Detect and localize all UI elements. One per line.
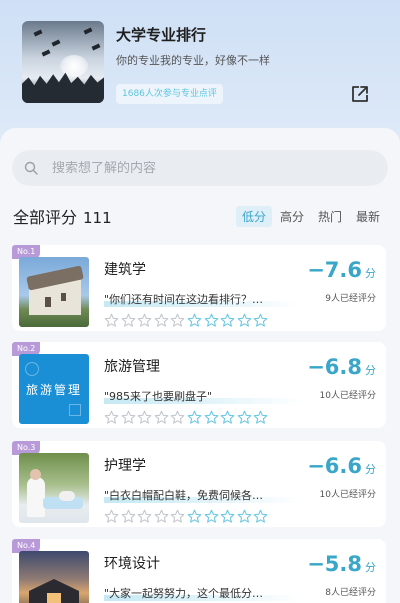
top-comment: "大家一起努努力，这个最低分…: [104, 585, 300, 601]
search-bar[interactable]: [12, 150, 388, 186]
star-icon: [121, 509, 135, 523]
star-icon: [154, 509, 169, 523]
score-value: −6.6 分: [307, 454, 376, 478]
star-icon: [187, 410, 202, 424]
score-value: −5.8 分: [307, 552, 376, 576]
environmental-design-thumbnail: [19, 551, 89, 603]
header: 大学专业排行 你的专业我的专业，好像不一样 1686人次参与专业点评: [0, 0, 400, 135]
graduation-cover-image: [22, 21, 104, 103]
participation-count: 1686人次参与专业点评: [116, 84, 223, 104]
top-comment: "985来了也要刷盘子": [104, 388, 300, 404]
ranking-card[interactable]: No.2 旅游管理 旅游管理 "985来了也要刷盘子" −6.8 分 10人已经评…: [12, 342, 386, 428]
rater-count: 8人已经评分: [325, 588, 376, 598]
star-icon: [137, 313, 152, 327]
major-name: 旅游管理: [104, 359, 160, 375]
star-icon: [171, 410, 185, 424]
star-icon: [121, 410, 135, 424]
list-header: 全部评分 111: [13, 204, 112, 228]
nursing-thumbnail: [19, 453, 89, 523]
sort-tab-new[interactable]: 最新: [350, 206, 386, 227]
star-icon: [220, 509, 235, 523]
star-icon: [104, 313, 119, 327]
rating-stars: [104, 509, 270, 524]
search-input[interactable]: [52, 160, 352, 176]
rater-count: 10人已经评分: [319, 391, 376, 401]
star-icon: [237, 313, 252, 327]
rater-count: 10人已经评分: [319, 490, 376, 500]
star-icon: [204, 410, 218, 424]
share-icon[interactable]: [350, 84, 370, 104]
star-icon: [253, 313, 268, 327]
star-icon: [137, 410, 152, 424]
star-icon: [154, 410, 169, 424]
tourism-management-thumbnail: 旅游管理: [19, 354, 89, 424]
rating-stars: [104, 313, 270, 328]
ranking-card[interactable]: No.4 环境设计 "大家一起努努力，这个最低分… −5.8 分 8人已经评分: [12, 539, 386, 603]
sort-tab-hot[interactable]: 热门: [312, 206, 348, 227]
star-icon: [220, 410, 235, 424]
star-icon: [104, 410, 119, 424]
major-name: 护理学: [104, 458, 146, 474]
star-icon: [154, 313, 169, 327]
page-subtitle: 你的专业我的专业，好像不一样: [116, 54, 270, 67]
sort-tabs: 低分 高分 热门 最新: [234, 206, 386, 227]
star-icon: [187, 313, 202, 327]
rating-stars: [104, 410, 270, 425]
star-icon: [204, 509, 218, 523]
search-icon: [24, 161, 38, 175]
top-comment: "你们还有时间在这边看排行？…: [104, 291, 300, 307]
list-count: 111: [83, 209, 112, 227]
ranking-panel: 全部评分 111 低分 高分 热门 最新 No.1 建筑学 "你们还有时间在这边看…: [0, 128, 400, 603]
score-value: −7.6 分: [307, 258, 376, 282]
page-title: 大学专业排行: [116, 26, 207, 44]
star-icon: [237, 410, 252, 424]
rater-count: 9人已经评分: [325, 294, 376, 304]
star-icon: [187, 509, 202, 523]
star-icon: [171, 313, 185, 327]
star-icon: [121, 313, 135, 327]
top-comment: "白衣白帽配白鞋，免费伺候各…: [104, 487, 300, 503]
list-header-label: 全部评分: [13, 208, 78, 227]
star-icon: [204, 313, 218, 327]
star-icon: [104, 509, 119, 523]
major-name: 建筑学: [104, 262, 146, 278]
architecture-thumbnail: [19, 257, 89, 327]
star-icon: [220, 313, 235, 327]
major-name: 环境设计: [104, 556, 160, 572]
ranking-card[interactable]: No.1 建筑学 "你们还有时间在这边看排行？… −7.6 分 9人已经评分: [12, 245, 386, 331]
star-icon: [171, 509, 185, 523]
star-icon: [253, 410, 268, 424]
ranking-card[interactable]: No.3 护理学 "白衣白帽配白鞋，免费伺候各… −6.6 分 10人已经评分: [12, 441, 386, 527]
score-value: −6.8 分: [307, 355, 376, 379]
sort-tab-high[interactable]: 高分: [274, 206, 310, 227]
star-icon: [253, 509, 268, 523]
sort-tab-low[interactable]: 低分: [235, 206, 272, 227]
star-icon: [137, 509, 152, 523]
star-icon: [237, 509, 252, 523]
